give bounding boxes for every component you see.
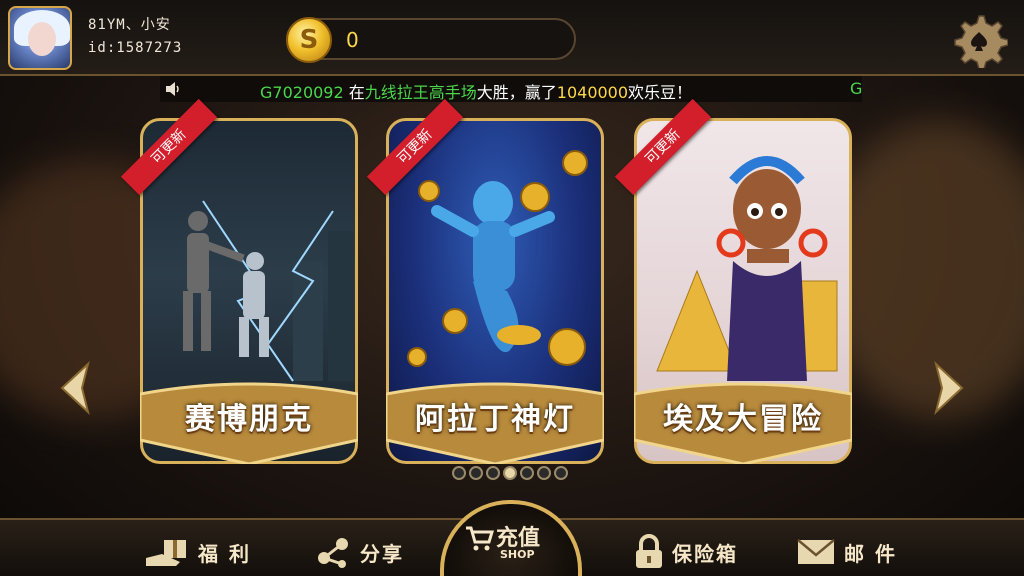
- carousel-left-arrow-icon[interactable]: [56, 360, 92, 416]
- safe-box-button[interactable]: 保险箱: [634, 532, 738, 572]
- announcement-marquee: G7020092 在九线拉王高手场大胜，赢了1040000欢乐豆！ G: [160, 76, 862, 102]
- pager-dot[interactable]: [452, 466, 466, 480]
- announcement-next: G: [850, 79, 862, 98]
- game-card-egypt[interactable]: 可更新 埃及大冒险: [614, 98, 852, 464]
- coin-balance[interactable]: S 0: [286, 17, 576, 63]
- game-card-aladdin[interactable]: 可更新 阿拉丁神灯: [366, 98, 604, 464]
- game-title: 赛博朋克: [185, 402, 313, 437]
- share-icon: [318, 538, 348, 568]
- win-amount: 1040000: [556, 83, 629, 102]
- pager-dot[interactable]: [469, 466, 483, 480]
- pager-dot[interactable]: [520, 466, 534, 480]
- venue-name: 九线拉王高手场: [364, 83, 477, 102]
- mail-label: 邮 件: [844, 541, 897, 566]
- game-title: 阿拉丁神灯: [415, 402, 575, 437]
- game-title: 埃及大冒险: [663, 402, 823, 437]
- shopping-cart-icon: [466, 526, 494, 551]
- welfare-button[interactable]: 福 利: [146, 532, 251, 572]
- envelope-icon: [797, 539, 835, 564]
- gift-hand-icon: [146, 540, 186, 566]
- recharge-shop-button[interactable]: 充值 SHOP: [440, 500, 582, 576]
- announcement-part: 在: [343, 83, 365, 102]
- game-card-cyberpunk[interactable]: 可更新 赛博朋克: [120, 98, 358, 464]
- winner-id: G7020092: [260, 83, 344, 102]
- carousel-pager: [452, 466, 572, 486]
- avatar[interactable]: [8, 6, 72, 70]
- announcement-part: 欢乐豆！: [628, 83, 693, 102]
- shop-label: SHOP: [500, 548, 535, 561]
- settings-gear-icon[interactable]: [950, 10, 1008, 68]
- coin-icon: S: [286, 17, 332, 63]
- share-label: 分享: [360, 541, 404, 566]
- mail-button[interactable]: 邮 件: [796, 532, 897, 572]
- padlock-icon: [636, 534, 662, 568]
- top-bar: 81YM、小安 id:1587273 S 0: [0, 0, 1024, 76]
- announcement-part: 大胜，赢了: [476, 83, 557, 102]
- carousel-right-arrow-icon[interactable]: [932, 360, 968, 416]
- pager-dot[interactable]: [486, 466, 500, 480]
- safe-box-label: 保险箱: [672, 541, 738, 566]
- coin-value: 0: [346, 28, 359, 52]
- pager-dot[interactable]: [554, 466, 568, 480]
- speaker-icon: [166, 82, 179, 96]
- username: 81YM、小安: [88, 17, 171, 33]
- pager-dot[interactable]: [503, 466, 517, 480]
- user-id: id:1587273: [88, 40, 183, 56]
- welfare-label: 福 利: [198, 541, 251, 566]
- share-button[interactable]: 分享: [316, 532, 404, 572]
- pager-dot[interactable]: [537, 466, 551, 480]
- announcement-text: G7020092 在九线拉王高手场大胜，赢了1040000欢乐豆！: [260, 79, 692, 102]
